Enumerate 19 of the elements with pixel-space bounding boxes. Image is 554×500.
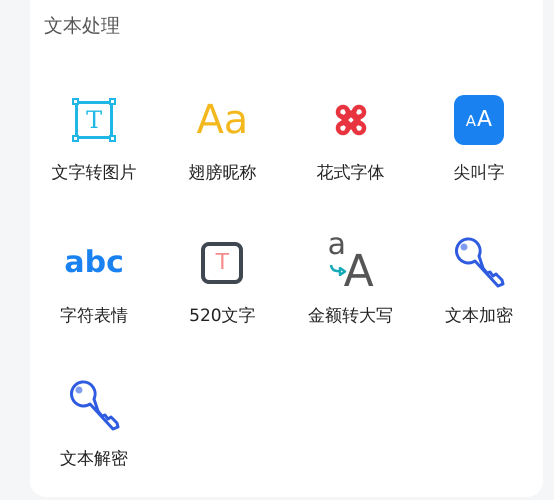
section-title: 文本处理	[44, 14, 120, 39]
tool-label[interactable]: 文本加密	[444, 305, 513, 327]
tool-label[interactable]: 文字转图片	[52, 162, 137, 184]
tool-label[interactable]: 文本解密	[60, 448, 128, 470]
icon-glyph: T	[216, 252, 230, 274]
icon-glyph: A	[476, 109, 492, 131]
tool-label[interactable]: 520文字	[189, 305, 256, 327]
letters-icon: abc	[64, 248, 124, 278]
tool-label[interactable]: 字符表情	[60, 305, 128, 327]
tool-label[interactable]: 金额转大写	[308, 305, 394, 327]
key-icon	[67, 379, 122, 433]
letters-icon: Aa	[196, 100, 248, 140]
tool-label[interactable]: 翅膀昵称	[188, 162, 256, 184]
icon-glyph: A	[466, 114, 476, 129]
icon-glyph: a	[328, 230, 346, 260]
icon-glyph: A	[344, 250, 374, 294]
icon-glyph: T	[86, 108, 102, 132]
tool-label[interactable]: 尖叫字	[453, 162, 504, 184]
tool-label[interactable]: 花式字体	[316, 162, 385, 184]
